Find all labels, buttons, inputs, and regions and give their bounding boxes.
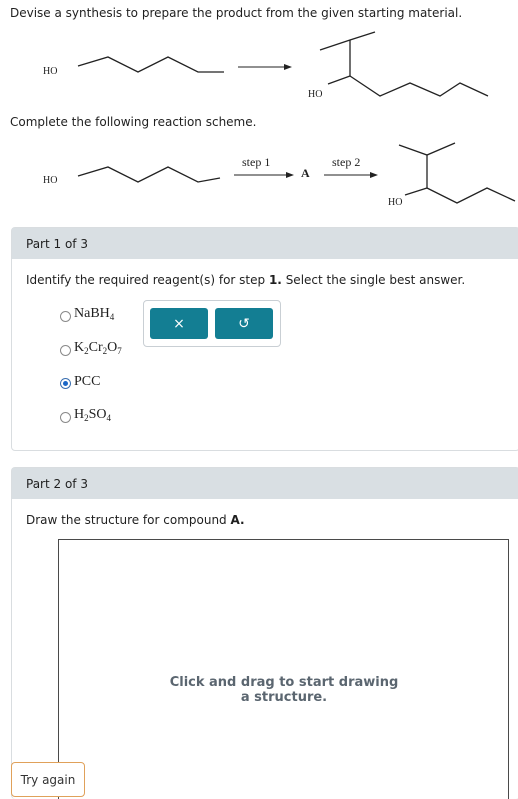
- try-again-button[interactable]: Try again: [11, 762, 85, 797]
- intermediate-a-label: A: [301, 166, 310, 180]
- part1-question-suffix: Select the single best answer.: [281, 273, 466, 287]
- scheme-product-structure: [398, 142, 516, 204]
- part1-header-text: Part 1 of 3: [26, 237, 88, 251]
- part2-question-bold: A.: [230, 513, 245, 527]
- part1-question: Identify the required reagent(s) for ste…: [26, 273, 465, 287]
- radio-pcc[interactable]: [60, 378, 71, 389]
- option-h2so4[interactable]: H2SO4: [74, 407, 111, 423]
- k-symbol: K: [74, 340, 85, 355]
- step1-label: step 1: [242, 155, 271, 169]
- starting-material-structure: [77, 56, 224, 73]
- part2-question: Draw the structure for compound A.: [26, 513, 245, 527]
- part1-question-step: 1.: [268, 273, 282, 287]
- option-k2cr2o7[interactable]: K2Cr2O7: [74, 340, 122, 356]
- scheme-instruction: Complete the following reaction scheme.: [10, 115, 257, 129]
- so-symbol: SO: [88, 407, 107, 422]
- o-sub: 7: [117, 346, 122, 356]
- reaction-arrow: [238, 64, 292, 70]
- radio-h2so4[interactable]: [60, 412, 71, 423]
- ho-label-product: HO: [308, 89, 323, 100]
- h-symbol: H: [74, 407, 85, 422]
- part2-header: Part 2 of 3: [12, 468, 518, 499]
- canvas-hint: Click and drag to start drawing a struct…: [169, 675, 399, 705]
- ho-label-sm: HO: [43, 66, 58, 77]
- o-symbol: O: [107, 340, 118, 355]
- answer-tools: × ↺: [143, 300, 281, 347]
- radio-nabh4[interactable]: [60, 311, 71, 322]
- clear-button[interactable]: ×: [150, 308, 208, 339]
- so-sub: 4: [106, 413, 112, 423]
- part1-question-prefix: Identify the required reagent(s) for ste…: [26, 273, 269, 287]
- product-structure: [319, 31, 489, 97]
- option-nabh4[interactable]: NaBH4: [74, 306, 114, 322]
- option-pcc[interactable]: PCC: [74, 374, 100, 390]
- option-nabh4-main: NaBH: [74, 306, 110, 321]
- scheme-starting-material: [77, 166, 221, 183]
- option-nabh4-sub: 4: [109, 312, 115, 322]
- step2-label: step 2: [332, 155, 361, 169]
- ho-label-scheme-product: HO: [388, 197, 403, 208]
- radio-k2cr2o7[interactable]: [60, 345, 71, 356]
- drawing-canvas[interactable]: Click and drag to start drawing a struct…: [58, 539, 509, 799]
- step2-arrow: [324, 172, 378, 178]
- cr-symbol: Cr: [88, 340, 103, 355]
- undo-button[interactable]: ↺: [215, 308, 273, 339]
- part2-question-prefix: Draw the structure for compound: [26, 513, 231, 527]
- part1-header: Part 1 of 3: [12, 228, 518, 259]
- part2-header-text: Part 2 of 3: [26, 477, 88, 491]
- step1-arrow: [234, 172, 294, 178]
- prompt-text: Devise a synthesis to prepare the produc…: [10, 6, 463, 20]
- ho-label-scheme: HO: [43, 175, 58, 186]
